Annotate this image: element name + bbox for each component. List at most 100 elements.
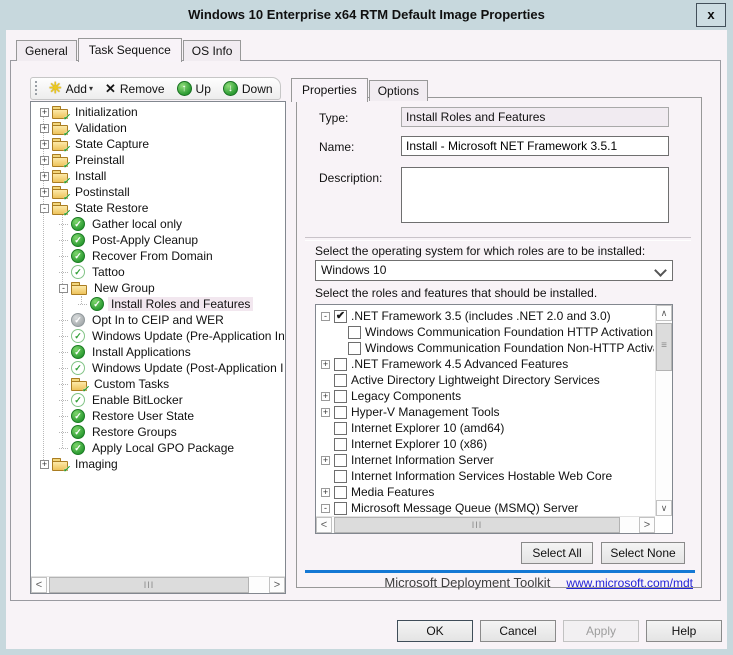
expand-icon[interactable]: + — [40, 460, 49, 469]
tree-item[interactable]: -✓State Restore — [32, 200, 284, 216]
role-checkbox[interactable] — [334, 486, 347, 499]
tree-item[interactable]: ✓Post-Apply Cleanup — [32, 232, 284, 248]
role-checkbox[interactable] — [334, 502, 347, 515]
os-dropdown[interactable]: Windows 10 — [315, 260, 673, 281]
scroll-down-icon[interactable]: ∨ — [656, 500, 672, 516]
scrollbar-thumb[interactable]: III — [49, 577, 249, 593]
role-checkbox[interactable]: ✔ — [334, 310, 347, 323]
scroll-right-icon[interactable]: > — [639, 517, 655, 533]
tree-item[interactable]: ✓Install Roles and Features — [32, 296, 284, 312]
tab-task-sequence[interactable]: Task Sequence — [78, 38, 182, 62]
apply-button[interactable]: Apply — [563, 620, 639, 642]
role-checkbox[interactable] — [334, 438, 347, 451]
tree-item[interactable]: +✓Initialization — [32, 104, 284, 120]
tree-item[interactable]: +✓State Capture — [32, 136, 284, 152]
expand-icon[interactable]: + — [321, 360, 330, 369]
ok-button[interactable]: OK — [397, 620, 473, 642]
tree-item[interactable]: ✓Gather local only — [32, 216, 284, 232]
tree-item[interactable]: ✓Tattoo — [32, 264, 284, 280]
tree-horizontal-scrollbar[interactable]: < III > — [31, 576, 285, 593]
expand-icon[interactable]: + — [40, 172, 49, 181]
scroll-up-icon[interactable]: ∧ — [656, 305, 672, 321]
role-checkbox[interactable] — [348, 326, 361, 339]
mdt-link[interactable]: www.microsoft.com/mdt — [566, 576, 693, 590]
expand-icon[interactable]: + — [321, 488, 330, 497]
collapse-icon[interactable]: - — [40, 204, 49, 213]
select-none-button[interactable]: Select None — [601, 542, 685, 564]
roles-horizontal-scrollbar[interactable]: < III > — [316, 516, 655, 533]
expand-icon[interactable]: + — [40, 188, 49, 197]
tree-item[interactable]: -New Group — [32, 280, 284, 296]
role-checkbox[interactable] — [334, 470, 347, 483]
expand-icon[interactable]: + — [40, 124, 49, 133]
tree-item[interactable]: ✓Windows Update (Post-Application Instal… — [32, 360, 284, 376]
tree-item[interactable]: ✓Opt In to CEIP and WER — [32, 312, 284, 328]
tree-item[interactable]: +✓Validation — [32, 120, 284, 136]
expand-icon[interactable]: + — [321, 456, 330, 465]
tree-item[interactable]: ✓Recover From Domain — [32, 248, 284, 264]
scroll-right-icon[interactable]: > — [269, 577, 285, 593]
remove-button[interactable]: ✕ Remove — [99, 78, 171, 99]
tab-os-info[interactable]: OS Info — [183, 40, 242, 61]
tree-item[interactable]: +✓Postinstall — [32, 184, 284, 200]
expand-icon[interactable]: + — [40, 156, 49, 165]
role-item[interactable]: Active Directory Lightweight Directory S… — [317, 372, 654, 388]
tree-item[interactable]: +✓Imaging — [32, 456, 284, 472]
role-item[interactable]: Internet Explorer 10 (amd64) — [317, 420, 654, 436]
role-item[interactable]: +Hyper-V Management Tools — [317, 404, 654, 420]
scroll-left-icon[interactable]: < — [31, 577, 47, 593]
role-item[interactable]: Internet Information Services Hostable W… — [317, 468, 654, 484]
role-item[interactable]: Internet Explorer 10 (x86) — [317, 436, 654, 452]
expand-icon[interactable]: + — [40, 108, 49, 117]
role-checkbox[interactable] — [334, 374, 347, 387]
os-dropdown-value: Windows 10 — [321, 263, 386, 277]
role-checkbox[interactable] — [334, 454, 347, 467]
cancel-button[interactable]: Cancel — [480, 620, 556, 642]
tree-item[interactable]: ✓Restore User State — [32, 408, 284, 424]
role-item[interactable]: +Media Features — [317, 484, 654, 500]
tab-general[interactable]: General — [16, 40, 77, 61]
tree-item[interactable]: ✓Windows Update (Pre-Application Install… — [32, 328, 284, 344]
tree-item[interactable]: +✓Preinstall — [32, 152, 284, 168]
role-item[interactable]: -✔.NET Framework 3.5 (includes .NET 2.0 … — [317, 308, 654, 324]
tree-guide — [59, 352, 68, 353]
close-button[interactable]: x — [696, 3, 726, 27]
tree-item[interactable]: ✓Apply Local GPO Package — [32, 440, 284, 456]
role-checkbox[interactable] — [348, 342, 361, 355]
scrollbar-thumb[interactable]: ≡ — [656, 323, 672, 371]
tab-options[interactable]: Options — [369, 80, 428, 101]
select-all-button[interactable]: Select All — [521, 542, 593, 564]
collapse-icon[interactable]: - — [321, 312, 330, 321]
help-button[interactable]: Help — [646, 620, 722, 642]
expand-icon[interactable]: + — [40, 140, 49, 149]
role-item[interactable]: +Legacy Components — [317, 388, 654, 404]
name-input[interactable] — [401, 136, 669, 156]
collapse-icon[interactable]: - — [321, 504, 330, 513]
down-button[interactable]: ↓ Down — [217, 78, 279, 99]
role-item[interactable]: +.NET Framework 4.5 Advanced Features — [317, 356, 654, 372]
tree-item[interactable]: ✓Install Applications — [32, 344, 284, 360]
role-checkbox[interactable] — [334, 406, 347, 419]
role-checkbox[interactable] — [334, 422, 347, 435]
role-item[interactable]: -Microsoft Message Queue (MSMQ) Server — [317, 500, 654, 515]
role-item[interactable]: +Internet Information Server — [317, 452, 654, 468]
tree-item[interactable]: ✓Enable BitLocker — [32, 392, 284, 408]
expand-icon[interactable]: + — [321, 392, 330, 401]
tree-item[interactable]: ✓Custom Tasks — [32, 376, 284, 392]
role-item[interactable]: Windows Communication Foundation HTTP Ac… — [317, 324, 654, 340]
scrollbar-thumb[interactable]: III — [334, 517, 620, 533]
add-button[interactable]: ✳ Add ▾ — [43, 78, 99, 99]
scroll-left-icon[interactable]: < — [316, 517, 332, 533]
tree-item[interactable]: +✓Install — [32, 168, 284, 184]
tree-item[interactable]: ✓Restore Groups — [32, 424, 284, 440]
role-checkbox[interactable] — [334, 358, 347, 371]
expand-icon[interactable]: + — [321, 408, 330, 417]
collapse-icon[interactable]: - — [59, 284, 68, 293]
tab-properties[interactable]: Properties — [291, 78, 368, 102]
up-button[interactable]: ↑ Up — [171, 78, 217, 99]
description-input[interactable] — [401, 167, 669, 223]
folder-icon: ✓ — [52, 456, 68, 472]
roles-vertical-scrollbar[interactable]: ∧ ≡ ∨ — [655, 305, 672, 516]
role-item[interactable]: Windows Communication Foundation Non-HTT… — [317, 340, 654, 356]
role-checkbox[interactable] — [334, 390, 347, 403]
